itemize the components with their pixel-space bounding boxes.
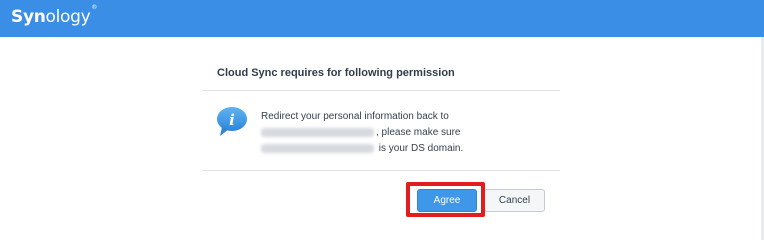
top-bar: Synology®: [0, 0, 764, 37]
logo-text-light: ology: [45, 7, 91, 27]
message-line-2-text: , please make sure: [376, 127, 461, 138]
permission-dialog: Cloud Sync requires for following permis…: [202, 56, 560, 226]
message-line-2: , please make sure: [261, 125, 551, 141]
highlight-box: [406, 182, 485, 217]
divider-bottom: [202, 170, 560, 171]
logo-registered-mark: ®: [91, 4, 98, 12]
divider-top: [202, 90, 560, 91]
info-icon: i: [217, 107, 247, 136]
message-line-3-text: is your DS domain.: [376, 143, 464, 154]
dialog-title: Cloud Sync requires for following permis…: [217, 67, 455, 79]
logo-text-bold: Syn: [11, 7, 46, 27]
message-line-1: Redirect your personal information back …: [261, 111, 449, 122]
redacted-domain: [261, 143, 374, 153]
svg-text:i: i: [229, 111, 235, 129]
message-line-3: is your DS domain.: [261, 141, 551, 157]
permission-message: Redirect your personal information back …: [261, 109, 551, 157]
redacted-url: [261, 127, 374, 137]
cancel-button[interactable]: Cancel: [484, 189, 545, 212]
synology-logo: Synology®: [11, 4, 98, 27]
